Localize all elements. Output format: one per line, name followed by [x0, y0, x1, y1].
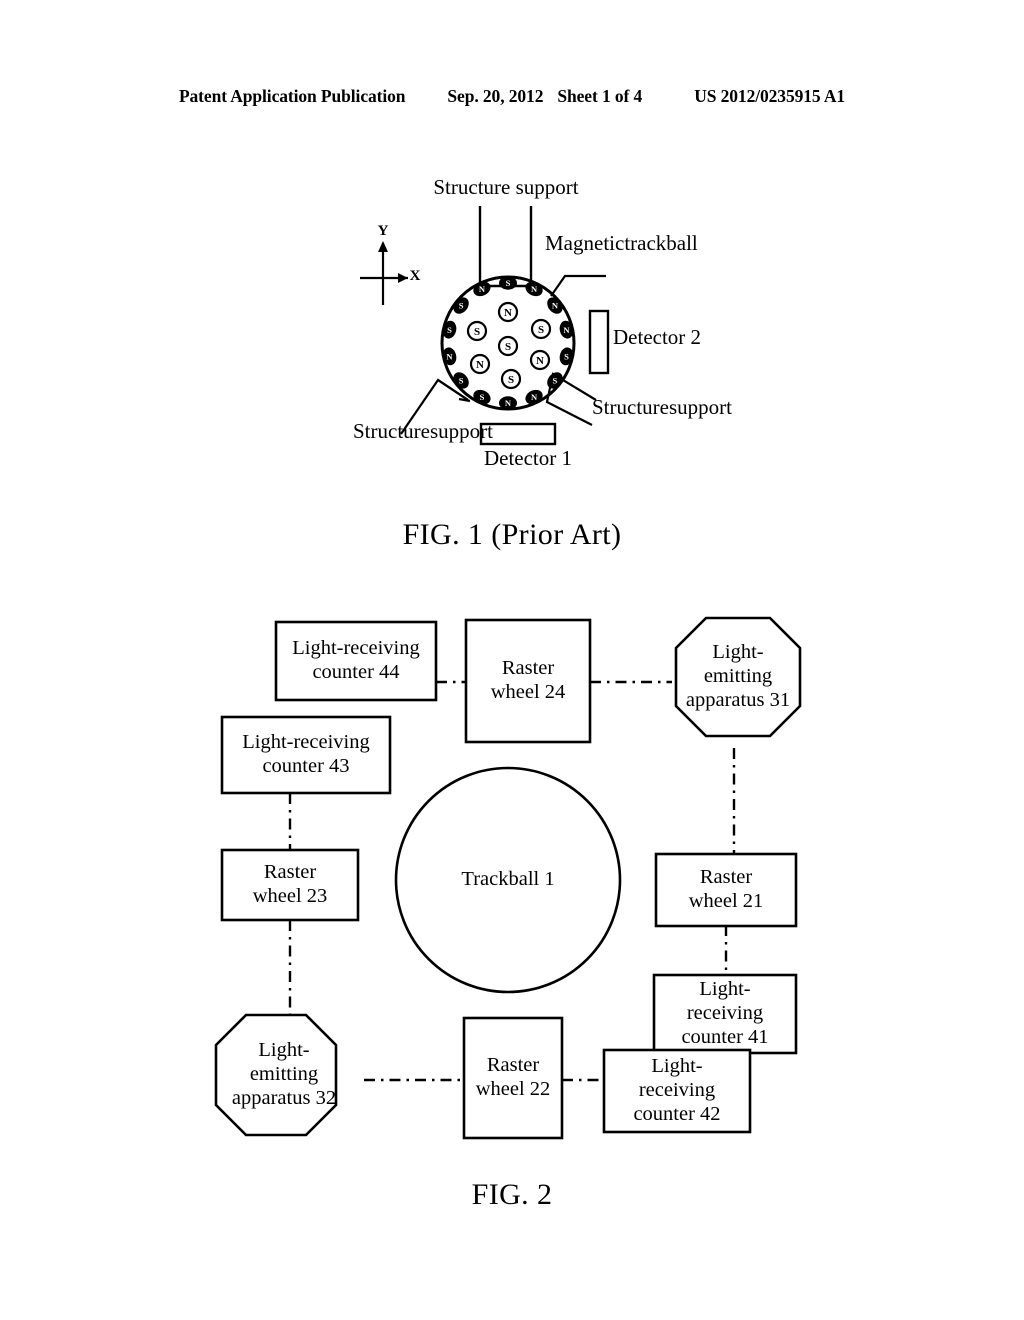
- svg-text:N: N: [552, 301, 559, 311]
- node-emitter31-shape: [674, 616, 802, 738]
- svg-text:S: S: [480, 392, 485, 402]
- node-wheel21-shape: [654, 852, 798, 928]
- inner-magnet: S: [466, 320, 488, 342]
- label-detector-1: Detector 1: [483, 446, 573, 470]
- inner-magnet: N: [469, 353, 491, 375]
- rim-magnet: S: [499, 276, 517, 290]
- svg-text:N: N: [531, 392, 538, 402]
- label-magnetic-trackball: Magnetictrackball: [545, 231, 698, 255]
- svg-text:N: N: [563, 325, 570, 335]
- rim-magnet: N: [473, 281, 491, 297]
- node-emitter32-shape: [214, 1013, 338, 1137]
- inner-magnet-group: N S S S N N S: [466, 301, 552, 390]
- inner-magnet: N: [529, 349, 551, 371]
- inner-magnet: S: [530, 318, 552, 340]
- figure-1: S N N N S S N N S S N S S N N S S S N N S Structure support…: [0, 0, 1024, 570]
- rim-magnet: N: [547, 297, 563, 314]
- structure-support-top-shape: [478, 206, 533, 288]
- node-wheel22-shape: [462, 1016, 564, 1140]
- svg-text:S: S: [459, 376, 464, 386]
- label-structure-support-right: Structuresupport: [592, 395, 732, 419]
- rim-magnet: N: [525, 389, 543, 405]
- rim-magnet: N: [499, 396, 517, 410]
- svg-text:S: S: [447, 325, 452, 335]
- node-wheel24-shape: [464, 618, 592, 744]
- svg-text:S: S: [459, 301, 464, 311]
- figure-1-drawing: S N N N S S N N S S N S S N N S S S N N S: [360, 206, 610, 446]
- svg-text:S: S: [538, 324, 544, 336]
- label-axis-y: Y: [377, 223, 389, 239]
- svg-text:N: N: [504, 307, 512, 319]
- coordinate-axes-icon: [360, 243, 408, 305]
- svg-text:N: N: [476, 359, 484, 371]
- label-detector-2: Detector 2: [613, 325, 702, 349]
- rim-magnet: S: [453, 297, 469, 314]
- svg-text:N: N: [446, 351, 453, 361]
- figure-2-caption: FIG. 2: [471, 1178, 553, 1211]
- rim-magnet: N: [525, 281, 543, 297]
- node-counter43-shape: [220, 715, 392, 795]
- svg-text:N: N: [531, 284, 538, 294]
- svg-text:S: S: [505, 341, 511, 353]
- svg-text:N: N: [536, 355, 544, 367]
- node-counter41-shape: [652, 973, 798, 1055]
- inner-magnet: S: [497, 335, 519, 357]
- label-axis-x: X: [409, 268, 421, 284]
- svg-text:S: S: [508, 374, 514, 386]
- inner-magnet: N: [497, 301, 519, 323]
- node-counter42-shape: [602, 1048, 752, 1134]
- rim-magnet: S: [473, 389, 491, 405]
- svg-text:N: N: [505, 398, 512, 408]
- figure-2: .dashdot { stroke:#000; stroke-width:2.4…: [0, 600, 1024, 1260]
- rim-magnet: S: [453, 372, 469, 389]
- svg-text:S: S: [474, 326, 480, 338]
- label-structure-support-left: Structuresupport: [353, 419, 493, 443]
- detector-2-shape: [588, 309, 610, 375]
- node-counter44-shape: [274, 620, 438, 702]
- inner-magnet: S: [500, 368, 522, 390]
- svg-text:S: S: [564, 351, 569, 361]
- figure-2-drawing: .dashdot { stroke:#000; stroke-width:2.4…: [214, 616, 802, 1140]
- magnetic-trackball-leader: [550, 274, 606, 297]
- svg-text:S: S: [506, 278, 511, 288]
- axis-y-arrow-icon: [378, 241, 388, 252]
- figure-1-caption: FIG. 1 (Prior Art): [402, 518, 622, 551]
- label-structure-support-top: Structure support: [433, 175, 579, 199]
- node-wheel23-shape: [220, 848, 360, 922]
- node-trackball-shape: [394, 766, 622, 994]
- svg-text:N: N: [479, 284, 486, 294]
